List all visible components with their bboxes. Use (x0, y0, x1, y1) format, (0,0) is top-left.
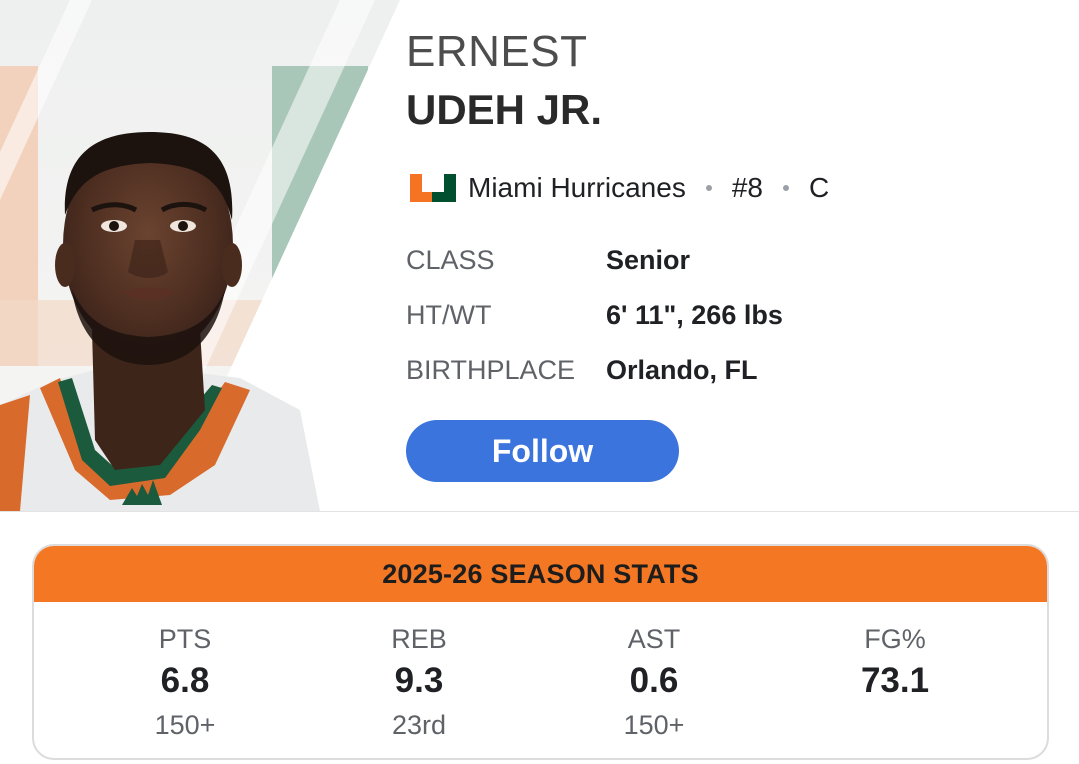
stat-label: REB (391, 624, 447, 654)
player-position: C (808, 172, 830, 203)
stat-label: FG% (864, 624, 926, 654)
bio-label: BIRTHPLACE (406, 354, 576, 385)
bio-value: Senior (606, 244, 691, 275)
jersey-number: #8 (731, 172, 763, 203)
player-last-name: UDEH JR. (406, 86, 603, 133)
team-line: Miami Hurricanes #8 C (408, 168, 829, 208)
bio-value: 6' 11", 266 lbs (606, 299, 783, 330)
bio-value: Orlando, FL (606, 354, 758, 385)
season-stats-card: 2025-26 SEASON STATS PTS 6.8 150+ REB 9.… (32, 544, 1049, 760)
stat-rank: 150+ (154, 710, 216, 740)
player-first-name: ERNEST (406, 27, 588, 76)
stat-label: PTS (158, 624, 212, 654)
follow-button[interactable]: Follow (406, 420, 679, 482)
stat-label: AST (627, 624, 681, 654)
bio-row-class: CLASS Senior (406, 240, 690, 280)
miami-u-logo-icon[interactable] (408, 170, 458, 206)
stat-value: 0.6 (629, 661, 679, 700)
player-headshot-image (0, 0, 375, 511)
team-name-link[interactable]: Miami Hurricanes (468, 172, 686, 204)
player-profile-page: ERNEST UDEH JR. Miami Hurricanes #8 C CL… (0, 0, 1079, 764)
stat-rank: 150+ (623, 710, 685, 740)
stat-pts: PTS 6.8 150+ (65, 622, 305, 742)
stat-fg-pct: FG% 73.1 (775, 622, 1015, 742)
separator-dot (705, 185, 712, 191)
player-hero: ERNEST UDEH JR. Miami Hurricanes #8 C CL… (0, 0, 1079, 511)
bio-label: HT/WT (406, 299, 492, 330)
bio-label: CLASS (406, 244, 495, 275)
separator-dot (782, 185, 789, 191)
stat-rank: 23rd (391, 710, 447, 740)
stat-reb: REB 9.3 23rd (299, 622, 539, 742)
stat-value: 6.8 (160, 661, 210, 700)
bio-row-birthplace: BIRTHPLACE Orlando, FL (406, 350, 758, 390)
season-stats-title: 2025-26 SEASON STATS (34, 546, 1047, 602)
stat-ast: AST 0.6 150+ (534, 622, 774, 742)
stat-rank (775, 708, 1015, 742)
stat-value: 73.1 (860, 661, 930, 700)
divider (0, 511, 1079, 512)
player-photo (0, 0, 400, 511)
bio-row-height-weight: HT/WT 6' 11", 266 lbs (406, 295, 783, 335)
stat-value: 9.3 (394, 661, 444, 700)
